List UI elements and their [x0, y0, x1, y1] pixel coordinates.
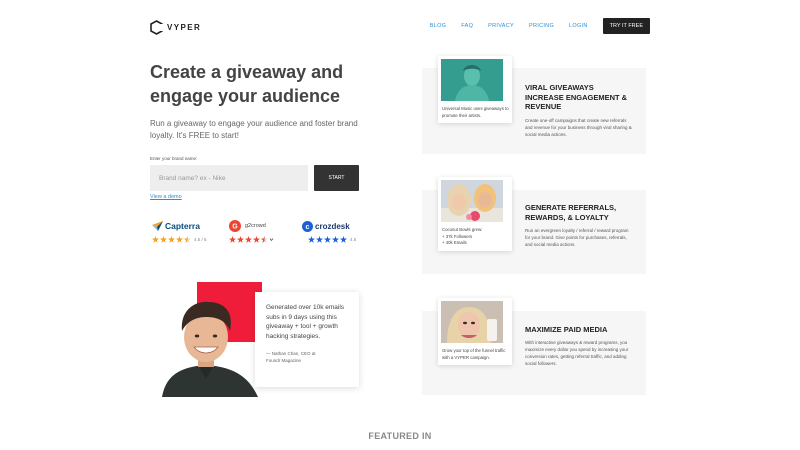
star-icon — [308, 236, 315, 243]
feature-card-coconut-bowls: Coconut Bowls grew: + 37k Followers + 40… — [438, 177, 512, 251]
star-icon — [245, 236, 252, 243]
capterra-rating: 4.5 / 5 — [194, 237, 207, 242]
testimonial-quote: Generated over 10k emails subs in 9 days… — [266, 304, 345, 340]
brand-name-input[interactable] — [150, 165, 308, 191]
top-nav: BLOG FAQ PRIVACY PRICING LOGIN TRY IT FR… — [430, 18, 650, 34]
review-capterra[interactable]: Capterra 4.5 / 5 — [152, 220, 207, 243]
nav-privacy[interactable]: PRIVACY — [488, 23, 514, 29]
review-g2crowd[interactable]: G g2crowd — [229, 220, 274, 243]
star-icon — [340, 236, 347, 243]
feature-title-paid-media: MAXIMIZE PAID MEDIA — [525, 325, 607, 335]
nav-blog[interactable]: BLOG — [430, 23, 446, 29]
chevron-down-icon — [269, 238, 274, 242]
testimonial-author-line-2: Foundr Magazine — [266, 358, 302, 363]
star-icon — [168, 236, 175, 243]
star-icon — [316, 236, 323, 243]
feature-title-line: VIRAL GIVEAWAYS — [525, 83, 594, 92]
crozdesk-icon: c — [302, 220, 313, 232]
funnel-campaign-image — [441, 301, 503, 343]
feature-title-line: REVENUE — [525, 102, 562, 111]
feature-desc-paid-media: With interactive giveaways & reward prog… — [525, 340, 629, 366]
feature-title-line: MAXIMIZE PAID MEDIA — [525, 325, 608, 334]
view-demo-link[interactable]: View a demo — [150, 194, 182, 200]
caption-line: + 40k Emails — [442, 240, 467, 245]
funnel-caption: Grow your top of the funnel traffic with… — [442, 348, 506, 360]
star-icon — [160, 236, 167, 243]
try-it-free-button[interactable]: TRY IT FREE — [602, 18, 650, 34]
svg-text:c: c — [306, 224, 310, 231]
vyper-logo[interactable]: VYPER — [150, 20, 201, 35]
hero-subtitle: Run a giveaway to engage your audience a… — [150, 119, 358, 140]
capterra-name: Capterra — [165, 221, 200, 231]
feature-card-universal-music: Universal Music uses giveaways to promot… — [438, 56, 512, 123]
feature-title-line: GENERATE REFERRALS, — [525, 203, 617, 212]
feature-card-funnel: Grow your top of the funnel traffic with… — [438, 298, 512, 365]
star-icon — [253, 236, 260, 243]
crozdesk-name: crozdesk — [315, 221, 350, 231]
crozdesk-stars: 4.6 — [308, 236, 356, 243]
feature-title-line: INCREASE ENGAGEMENT & — [525, 92, 628, 102]
feature-title-viral-giveaways: VIRAL GIVEAWAYS INCREASE ENGAGEMENT & RE… — [525, 83, 627, 112]
g2crowd-name: g2crowd — [245, 223, 266, 229]
feature-desc-viral-giveaways: Create one-off campaigns that create new… — [525, 118, 632, 137]
universal-music-image — [441, 59, 503, 101]
nav-faq[interactable]: FAQ — [461, 23, 473, 29]
hero-title-line-1: Create a giveaway and — [150, 62, 344, 82]
testimonial-card: Generated over 10k emails subs in 9 days… — [255, 292, 359, 387]
svg-text:G: G — [232, 224, 238, 231]
star-icon — [152, 236, 159, 243]
g2crowd-icon: G — [229, 220, 241, 232]
feature-desc-referrals: Run an evergreen loyalty / referral / re… — [525, 228, 629, 247]
feature-title-referrals: GENERATE REFERRALS, REWARDS, & LOYALTY — [525, 203, 616, 222]
hero-title: Create a giveaway and engage your audien… — [150, 60, 410, 108]
testimonial-portrait — [158, 295, 264, 397]
hero-title-line-2: engage your audience — [150, 86, 341, 106]
coconut-bowls-caption: Coconut Bowls grew: + 37k Followers + 40… — [441, 227, 509, 247]
nav-pricing[interactable]: PRICING — [529, 23, 554, 29]
feature-title-line: REWARDS, & LOYALTY — [525, 212, 609, 222]
capterra-icon — [152, 221, 163, 231]
star-half-icon — [184, 236, 191, 243]
star-icon — [324, 236, 331, 243]
vyper-hexagon-icon — [150, 20, 163, 35]
star-icon — [237, 236, 244, 243]
capterra-stars: 4.5 / 5 — [152, 236, 207, 243]
star-half-icon — [261, 236, 268, 243]
star-icon — [332, 236, 339, 243]
nav-login[interactable]: LOGIN — [569, 23, 588, 29]
g2crowd-stars — [229, 236, 274, 243]
review-crozdesk[interactable]: c crozdesk 4.6 — [302, 220, 356, 243]
crozdesk-rating: 4.6 — [350, 237, 357, 242]
start-button[interactable]: START — [314, 165, 359, 191]
logo-text: VYPER — [167, 23, 202, 32]
featured-in-heading: FEATURED IN — [368, 431, 432, 441]
universal-music-caption: Universal Music uses giveaways to promot… — [442, 106, 509, 118]
brand-name-label: Enter your brand name: — [150, 156, 198, 161]
testimonial-author: — Nathan Chan, CEO at Foundr Magazine — [266, 350, 348, 364]
testimonial-author-line-1: — Nathan Chan, CEO at — [266, 351, 316, 356]
coconut-bowls-image — [441, 180, 503, 222]
star-icon — [229, 236, 236, 243]
star-icon — [176, 236, 183, 243]
